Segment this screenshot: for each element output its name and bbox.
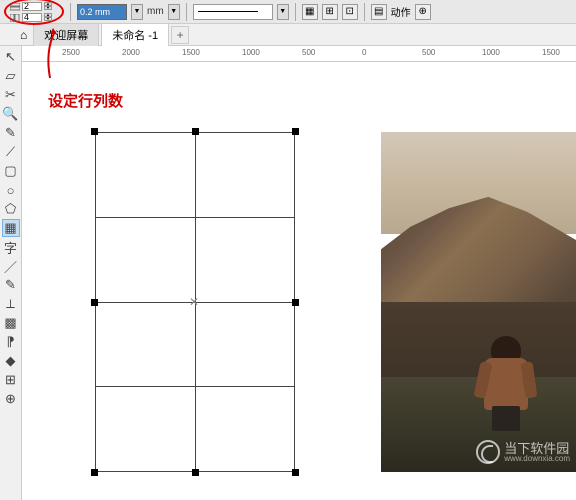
mesh-tool[interactable]: ⊞ [2, 371, 20, 389]
selection-center[interactable]: ✕ [189, 295, 199, 309]
divider [70, 3, 71, 21]
eyedropper-tool[interactable]: ⁋ [2, 333, 20, 351]
cols-input[interactable] [22, 13, 42, 22]
shape-tool[interactable]: ▱ [2, 67, 20, 85]
ruler-tick: 0 [362, 48, 366, 57]
freehand-tool[interactable]: ✎ [2, 124, 20, 142]
zoom-tool[interactable]: 🔍 [2, 105, 20, 123]
photo-image[interactable]: 当下软件园 www.downxia.com [381, 132, 576, 472]
outline-width-input[interactable] [77, 4, 127, 20]
fill-tool[interactable]: ◆ [2, 352, 20, 370]
watermark: 当下软件园 www.downxia.com [476, 440, 570, 464]
line-style-select[interactable] [193, 4, 273, 20]
cols-down-button[interactable]: ▼ [44, 17, 52, 21]
selection-handle-nw[interactable] [91, 128, 98, 135]
cols-spinner-row: ▲ ▼ [10, 12, 52, 22]
rows-input[interactable] [22, 2, 42, 11]
bezier-tool[interactable]: ⟋ [2, 143, 20, 161]
action-label: 动作 [391, 4, 411, 19]
selection-handle-ne[interactable] [292, 128, 299, 135]
rows-columns-group: ▲ ▼ ▲ ▼ [4, 0, 64, 25]
ruler-tick: 500 [422, 48, 435, 57]
tab-untitled[interactable]: 未命名 -1 [101, 23, 169, 46]
ruler-tick: 1000 [482, 48, 500, 57]
table-object[interactable]: ✕ [95, 132, 295, 472]
pick-tool[interactable]: ↖ [2, 48, 20, 66]
ellipse-tool[interactable]: ○ [2, 181, 20, 199]
toolbox: ↖ ▱ ✂ 🔍 ✎ ⟋ ▢ ○ ⬠ ▦ 字 ／ ✎ ⟂ ▩ ⁋ ◆ ⊞ ⊕ [0, 46, 22, 500]
selection-handle-se[interactable] [292, 469, 299, 476]
ruler-tick: 500 [302, 48, 315, 57]
ruler-tick: 2000 [122, 48, 140, 57]
watermark-url: www.downxia.com [504, 455, 570, 463]
watermark-name: 当下软件园 [504, 442, 570, 455]
rows-spinner-row: ▲ ▼ [10, 1, 52, 11]
annotation-text: 设定行列数 [48, 90, 123, 111]
divider [295, 3, 296, 21]
ruler-tick: 1000 [242, 48, 260, 57]
annotation-arrow [35, 26, 60, 86]
dimension-tool[interactable]: ⟂ [2, 295, 20, 313]
crop-tool[interactable]: ✂ [2, 86, 20, 104]
rows-down-button[interactable]: ▼ [44, 6, 52, 10]
outline-width-dropdown[interactable]: ▼ [131, 4, 143, 20]
cols-icon [10, 13, 20, 21]
line-preview [198, 11, 258, 12]
text-tool[interactable]: 字 [2, 238, 20, 256]
line-style-dropdown[interactable]: ▼ [277, 4, 289, 20]
photo-person [479, 336, 533, 431]
tab-add-button[interactable]: + [171, 26, 189, 44]
rectangle-tool[interactable]: ▢ [2, 162, 20, 180]
home-icon[interactable]: ⌂ [20, 28, 27, 42]
pen-tool[interactable]: ✎ [2, 276, 20, 294]
options-icon[interactable]: ⊡ [342, 4, 358, 20]
selection-handle-e[interactable] [292, 299, 299, 306]
effect-tool[interactable]: ⊕ [2, 390, 20, 408]
divider [186, 3, 187, 21]
ruler-tick: 1500 [182, 48, 200, 57]
property-bar: ▲ ▼ ▲ ▼ ▼ mm ▼ ▼ ▦ ⊞ ⊡ ▤ 动作 ⊕ [0, 0, 576, 24]
polygon-tool[interactable]: ⬠ [2, 200, 20, 218]
unit-dropdown[interactable]: ▼ [168, 4, 180, 20]
rows-icon [10, 2, 20, 10]
selection-handle-w[interactable] [91, 299, 98, 306]
watermark-logo-icon [476, 440, 500, 464]
selection-handle-sw[interactable] [91, 469, 98, 476]
border-options-icon[interactable]: ▦ [302, 4, 318, 20]
selection-handle-n[interactable] [192, 128, 199, 135]
horizontal-ruler: 2500 2000 1500 1000 500 0 500 1000 1500 [22, 46, 576, 62]
ruler-tick: 1500 [542, 48, 560, 57]
table-tool[interactable]: ▦ [2, 219, 20, 237]
transparency-tool[interactable]: ▩ [2, 314, 20, 332]
selection-handle-s[interactable] [192, 469, 199, 476]
wrap-text-icon[interactable]: ▤ [371, 4, 387, 20]
divider [364, 3, 365, 21]
document-tabs: ⌂ 欢迎屏幕 未命名 -1 + [0, 24, 576, 46]
margins-icon[interactable]: ⊞ [322, 4, 338, 20]
unit-label: mm [147, 6, 164, 17]
add-action-button[interactable]: ⊕ [415, 4, 431, 20]
ruler-tick: 2500 [62, 48, 80, 57]
line-tool[interactable]: ／ [2, 257, 20, 275]
